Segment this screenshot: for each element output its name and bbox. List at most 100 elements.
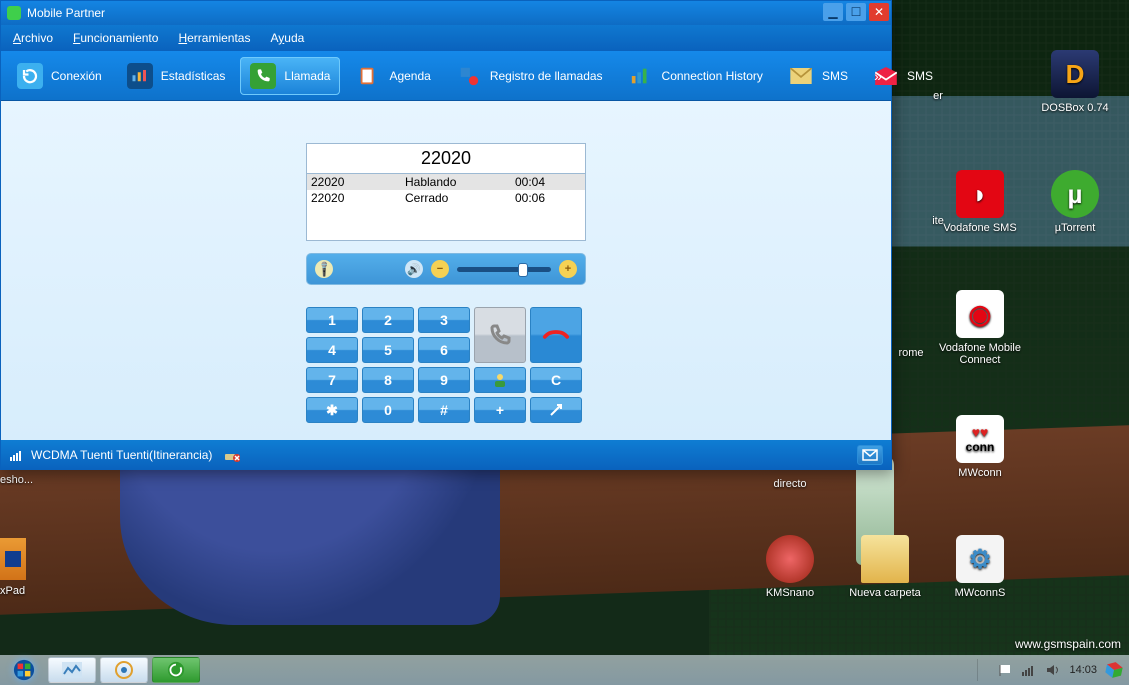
- window-titlebar[interactable]: Mobile Partner ▁ ☐ ✕: [1, 1, 891, 25]
- refresh-icon: [17, 63, 43, 89]
- key-clear[interactable]: C: [530, 367, 582, 393]
- minimize-button[interactable]: ▁: [823, 3, 843, 21]
- signal-icon[interactable]: [1021, 662, 1037, 678]
- desktop-icon-utorrent[interactable]: µ µTorrent: [1030, 170, 1120, 234]
- watermark: www.gsmspain.com: [1015, 637, 1121, 651]
- flag-icon[interactable]: [997, 662, 1013, 678]
- menu-funcionamiento[interactable]: Funcionamiento: [73, 31, 158, 45]
- call-log: 22020 Hablando 00:04 22020 Cerrado 00:06: [307, 174, 585, 240]
- toolbar-sms-1[interactable]: SMS: [778, 57, 858, 95]
- dial-button[interactable]: [474, 307, 526, 363]
- vodafone-icon: ◗: [956, 170, 1004, 218]
- taskbar: 14:03: [0, 655, 1129, 685]
- label: Vodafone Mobile Connect: [939, 342, 1021, 366]
- key-8[interactable]: 8: [362, 367, 414, 393]
- label: rome: [898, 347, 923, 359]
- desktop-icon-chrome[interactable]: rome: [886, 295, 936, 359]
- maximize-button[interactable]: ☐: [846, 3, 866, 21]
- vodafone-icon: ◉: [956, 290, 1004, 338]
- close-button[interactable]: ✕: [869, 3, 889, 21]
- menu-archivo[interactable]: Archivo: [13, 31, 53, 45]
- desktop-icon-partial-ite[interactable]: ite: [893, 215, 983, 227]
- contacts-button[interactable]: [474, 367, 526, 393]
- desktop-icon-dosbox[interactable]: D DOSBox 0.74: [1030, 50, 1120, 114]
- label: Nueva carpeta: [849, 587, 921, 599]
- toolbar-conexion[interactable]: Conexión: [7, 57, 112, 95]
- phone-icon: [250, 63, 276, 89]
- desktop-icon-kmsnano[interactable]: KMSnano: [745, 535, 835, 599]
- volume-slider[interactable]: [457, 267, 551, 272]
- label: Connection History: [662, 69, 763, 83]
- key-hash[interactable]: #: [418, 397, 470, 423]
- key-0[interactable]: 0: [362, 397, 414, 423]
- label: KMSnano: [766, 587, 814, 599]
- settings-file-icon: ⚙: [956, 535, 1004, 583]
- boxgame-icon: D: [1051, 50, 1099, 98]
- volume-icon[interactable]: [1045, 662, 1061, 678]
- key-2[interactable]: 2: [362, 307, 414, 333]
- volume-up-button[interactable]: +: [559, 260, 577, 278]
- start-button[interactable]: [4, 656, 44, 684]
- key-star[interactable]: ✱: [306, 397, 358, 423]
- mwconn-icon: ♥♥conn: [956, 415, 1004, 463]
- menu-herramientas[interactable]: Herramientas: [178, 31, 250, 45]
- mail-button[interactable]: [857, 445, 883, 465]
- key-6[interactable]: 6: [418, 337, 470, 363]
- desktop-icon-vodafone-connect[interactable]: ◉ Vodafone Mobile Connect: [935, 290, 1025, 366]
- microphone-icon[interactable]: 🎤: [311, 256, 336, 281]
- speaker-icon[interactable]: 🔊: [405, 260, 423, 278]
- tray-show-hidden[interactable]: [977, 659, 989, 681]
- call-row[interactable]: 22020 Cerrado 00:06: [307, 190, 585, 206]
- label: ite: [932, 215, 944, 227]
- toolbar-estadisticas[interactable]: Estadísticas: [117, 57, 236, 95]
- toolbar-connection-history[interactable]: Connection History: [618, 57, 773, 95]
- toolbar-llamada[interactable]: Llamada: [240, 57, 340, 95]
- desktop-icon-mwconns[interactable]: ⚙ MWconnS: [935, 535, 1025, 599]
- key-7[interactable]: 7: [306, 367, 358, 393]
- taskbar-app-1[interactable]: [48, 657, 96, 683]
- label: SMS: [822, 69, 848, 83]
- desktop-icon-new-folder[interactable]: Nueva carpeta: [840, 535, 930, 599]
- key-4[interactable]: 4: [306, 337, 358, 363]
- volume-panel: 🎤 🔊 − +: [306, 253, 586, 285]
- disconnect-icon[interactable]: [224, 447, 240, 463]
- call-panel: 22020 22020 Hablando 00:04 22020 Cerrado…: [306, 143, 586, 241]
- toolbar-agenda[interactable]: Agenda: [345, 57, 440, 95]
- tray-cube-icon[interactable]: [1103, 659, 1124, 680]
- call-number: 22020: [307, 144, 585, 174]
- expand-button[interactable]: [530, 397, 582, 423]
- label: MWconn: [958, 467, 1001, 479]
- desktop-icon-xpad[interactable]: [0, 538, 28, 580]
- volume-down-button[interactable]: −: [431, 260, 449, 278]
- kmsnano-icon: [766, 535, 814, 583]
- key-plus[interactable]: +: [474, 397, 526, 423]
- key-3[interactable]: 3: [418, 307, 470, 333]
- barchart-icon: [628, 63, 654, 89]
- label: µTorrent: [1055, 222, 1096, 234]
- dial-keypad: 1 2 3 4 5 6 7 8 9 C ✱ 0 # +: [306, 307, 586, 423]
- desktop-icon-partial-left[interactable]: esho...: [0, 474, 32, 486]
- key-9[interactable]: 9: [418, 367, 470, 393]
- label: Llamada: [284, 69, 330, 83]
- utorrent-icon: µ: [1051, 170, 1099, 218]
- history-icon: [456, 63, 482, 89]
- key-5[interactable]: 5: [362, 337, 414, 363]
- label: Agenda: [389, 69, 430, 83]
- toolbar: Conexión Estadísticas Llamada Agenda Reg…: [1, 51, 891, 101]
- taskbar-app-mobile-partner[interactable]: [152, 657, 200, 683]
- chart-icon: [127, 63, 153, 89]
- key-1[interactable]: 1: [306, 307, 358, 333]
- app-icon: [7, 6, 21, 20]
- desktop-icon-directo[interactable]: directo: [745, 478, 835, 490]
- label: directo: [773, 478, 806, 490]
- toolbar-registro[interactable]: Registro de llamadas: [446, 57, 613, 95]
- hangup-button[interactable]: [530, 307, 582, 363]
- call-row[interactable]: 22020 Hablando 00:04: [307, 174, 585, 190]
- clock[interactable]: 14:03: [1069, 664, 1097, 676]
- label: SMS: [907, 69, 933, 83]
- desktop-icon-mwconn[interactable]: ♥♥conn MWconn: [935, 415, 1025, 479]
- toolbar-more-button[interactable]: »: [871, 68, 885, 84]
- status-bar: WCDMA Tuenti Tuenti(Itinerancia): [1, 440, 891, 470]
- taskbar-app-2[interactable]: [100, 657, 148, 683]
- menu-ayuda[interactable]: Ayuda: [270, 31, 304, 45]
